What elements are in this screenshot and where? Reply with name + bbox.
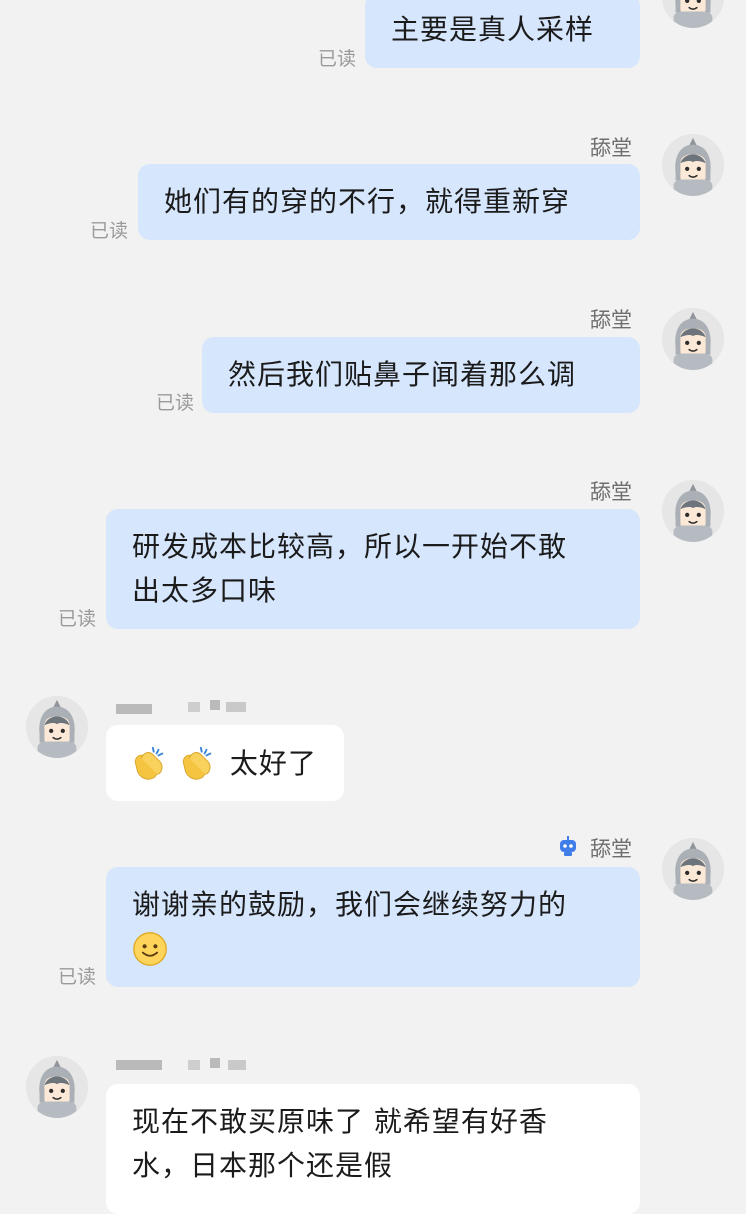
robot-icon: [560, 836, 576, 856]
read-status: 已读: [90, 220, 129, 242]
message-text-line: 出太多口味: [132, 574, 278, 607]
clapping-hands-icon: [178, 745, 216, 783]
message-text: 她们有的穿的不行，就得重新穿: [164, 185, 571, 218]
message-text: 太好了: [229, 747, 317, 780]
message-bubble[interactable]: 研发成本比较高，所以一开始不敢 出太多口味: [106, 509, 640, 629]
clapping-hands-icon: [130, 745, 168, 783]
contact-avatar[interactable]: [26, 696, 88, 758]
read-status: 已读: [318, 48, 357, 70]
sender-avatar[interactable]: [662, 134, 724, 196]
message-bubble[interactable]: 然后我们贴鼻子闻着那么调: [202, 337, 640, 413]
sender-avatar[interactable]: [662, 308, 724, 370]
message-bubble[interactable]: 她们有的穿的不行，就得重新穿: [138, 164, 640, 240]
message-bubble[interactable]: 太好了: [106, 725, 344, 801]
message-text: 主要是真人采样: [391, 13, 595, 46]
message-bubble[interactable]: 谢谢亲的鼓励，我们会继续努力的: [106, 867, 640, 987]
contact-avatar[interactable]: [26, 1056, 88, 1118]
sender-name: 舔堂: [590, 308, 632, 332]
message-text-line: 研发成本比较高，所以一开始不敢: [132, 530, 568, 563]
sender-name: 舔堂: [590, 837, 632, 861]
sender-name: 舔堂: [590, 136, 632, 160]
read-status: 已读: [156, 392, 195, 414]
message-bubble[interactable]: 现在不敢买原味了 就希望有好香 水，日本那个还是假: [106, 1084, 640, 1214]
message-text-line: 水，日本那个还是假: [132, 1149, 394, 1182]
sender-name: 舔堂: [590, 480, 632, 504]
message-bubble[interactable]: 主要是真人采样: [365, 0, 640, 68]
message-text: 然后我们贴鼻子闻着那么调: [228, 358, 577, 391]
message-text-line: 现在不敢买原味了 就希望有好香: [132, 1105, 548, 1138]
smiling-face-icon: [132, 931, 168, 967]
read-status: 已读: [58, 608, 97, 630]
sender-avatar[interactable]: [662, 480, 724, 542]
sender-avatar[interactable]: [662, 838, 724, 900]
message-text-line: 谢谢亲的鼓励，我们会继续努力的: [132, 888, 568, 921]
read-status: 已读: [58, 966, 97, 988]
sender-avatar[interactable]: [662, 0, 724, 28]
